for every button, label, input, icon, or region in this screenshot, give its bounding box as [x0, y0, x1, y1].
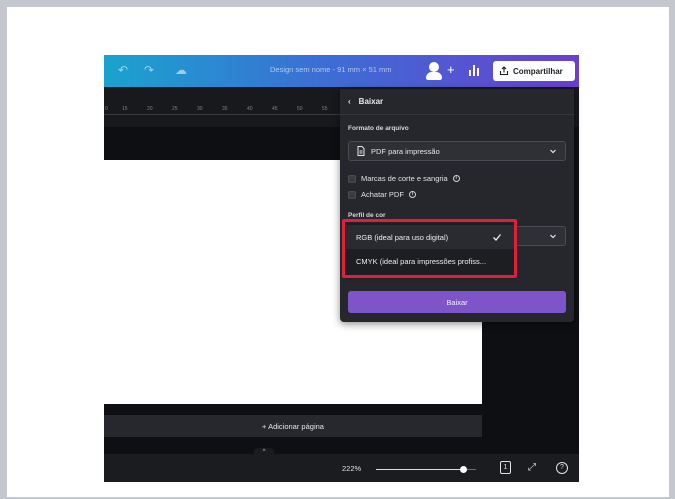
zoom-slider[interactable]	[376, 466, 476, 473]
flatten-pdf-label: Achatar PDF	[361, 190, 404, 199]
zoom-percentage[interactable]: 222%	[342, 464, 361, 473]
bottom-bar: ^ 222% 1 ⤢ ?	[104, 448, 579, 482]
ruler-tick: 20	[147, 106, 153, 112]
back-chevron-icon[interactable]: ‹	[348, 97, 351, 106]
panel-title: Baixar	[358, 97, 384, 106]
ruler-tick: 40	[247, 106, 253, 112]
chevron-down-icon	[550, 234, 556, 239]
plus-icon[interactable]: +	[447, 62, 455, 77]
ruler-tick: 30	[197, 106, 203, 112]
analytics-icon[interactable]	[468, 64, 480, 76]
ruler-tick: 35	[222, 106, 228, 112]
share-button-label: Compartilhar	[513, 66, 563, 76]
ruler-tick: 15	[122, 106, 128, 112]
fullscreen-icon[interactable]: ⤢	[528, 462, 536, 474]
download-panel: ‹ Baixar Formato de arquivo PDF para imp…	[340, 89, 574, 322]
flatten-pdf-option[interactable]: Achatar PDF i	[348, 190, 416, 199]
file-format-value: PDF para impressão	[371, 146, 440, 156]
cloud-saved-icon[interactable]: ☁	[175, 63, 187, 77]
share-button[interactable]: Compartilhar	[493, 61, 575, 81]
info-icon[interactable]: i	[408, 191, 416, 198]
download-button[interactable]: Baixar	[348, 291, 566, 313]
ruler-tick: 25	[172, 106, 178, 112]
zoom-slider-fill	[376, 469, 463, 470]
color-profile-label: Perfil de cor	[348, 212, 386, 219]
download-panel-header: ‹ Baixar	[340, 89, 574, 115]
help-button[interactable]: ?	[556, 462, 568, 474]
avatar-icon[interactable]	[423, 60, 445, 82]
undo-icon[interactable]: ↶	[118, 63, 128, 77]
share-icon	[499, 66, 509, 76]
ruler-tick: 55	[322, 106, 328, 112]
flatten-pdf-checkbox[interactable]	[348, 190, 356, 199]
add-page-button[interactable]: + Adicionar página	[104, 415, 482, 437]
ruler-tick: 50	[297, 106, 303, 112]
annotation-highlight-box	[342, 219, 517, 278]
top-bar: ↶ ↷ ☁ Design sem nome - 91 mm × 51 mm + …	[104, 55, 579, 87]
file-format-select[interactable]: PDF para impressão	[348, 141, 566, 161]
redo-icon[interactable]: ↷	[144, 63, 154, 77]
zoom-slider-handle[interactable]	[460, 466, 467, 473]
ruler-tick: 45	[272, 106, 278, 112]
ruler-tick: 0	[105, 106, 108, 112]
screenshot-frame: ↶ ↷ ☁ Design sem nome - 91 mm × 51 mm + …	[7, 7, 669, 497]
crop-marks-option[interactable]: Marcas de corte e sangria i	[348, 174, 460, 183]
info-icon[interactable]: i	[452, 175, 460, 182]
file-document-icon	[357, 146, 365, 156]
ruler-baseline	[104, 114, 340, 115]
chevron-up-icon[interactable]: ^	[254, 448, 274, 456]
document-title[interactable]: Design sem nome - 91 mm × 51 mm	[270, 65, 392, 74]
page-count-button[interactable]: 1	[500, 461, 511, 474]
crop-marks-checkbox[interactable]	[348, 174, 356, 183]
file-format-label: Formato de arquivo	[348, 125, 409, 132]
chevron-down-icon	[550, 149, 556, 154]
crop-marks-label: Marcas de corte e sangria	[361, 174, 448, 183]
